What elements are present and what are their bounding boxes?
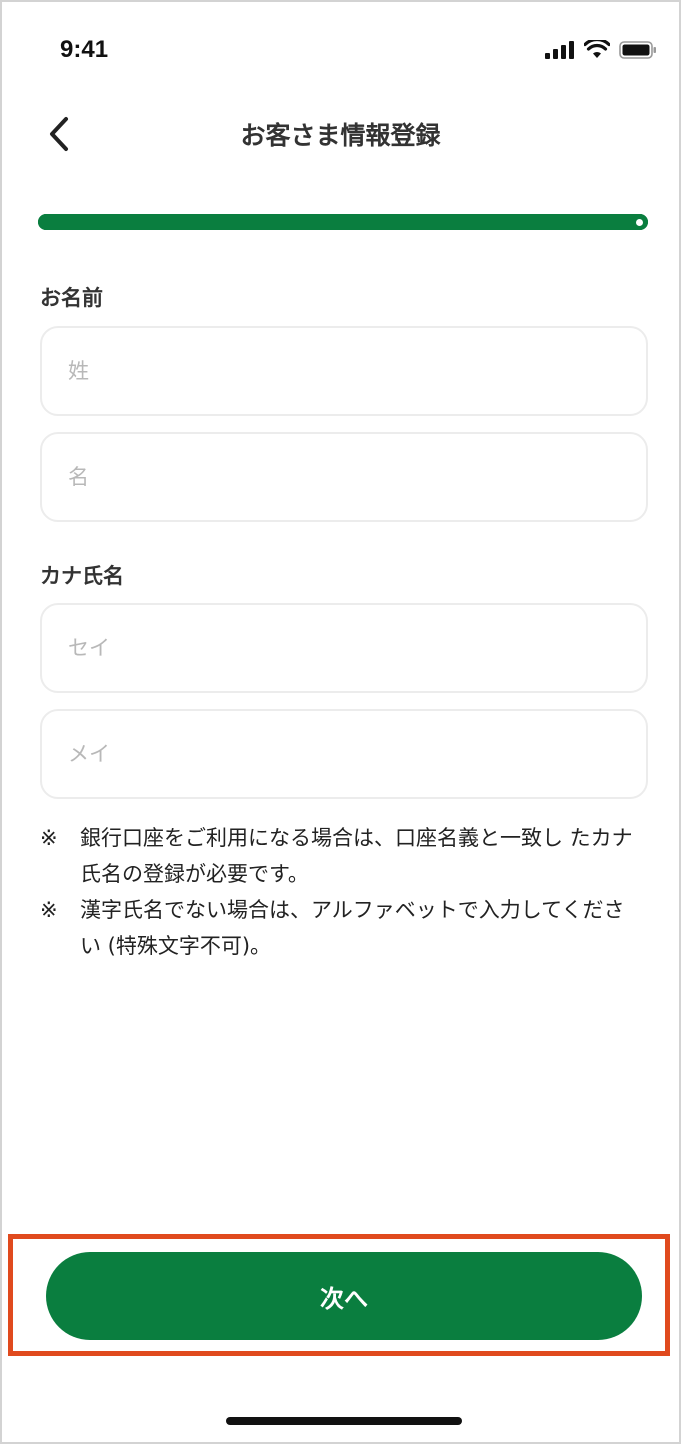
last-name-field: [40, 326, 648, 416]
progress-end-dot: [636, 219, 643, 226]
status-icons: [545, 40, 657, 59]
next-button[interactable]: 次へ: [46, 1252, 642, 1340]
home-indicator: [226, 1417, 462, 1425]
last-name-input[interactable]: [42, 328, 646, 414]
kana-section-label: カナ氏名: [40, 564, 124, 588]
status-time: 9:41: [60, 36, 109, 63]
first-name-input[interactable]: [42, 434, 646, 520]
last-name-kana-field: [40, 603, 648, 693]
notes: ※ 銀行口座をご利用になる場合は、口座名義と一致し たカナ氏名の登録が必要です。…: [40, 820, 640, 964]
battery-icon: [619, 40, 656, 59]
note-item: ※ 漢字氏名でない場合は、アルファベットで入力してください (特殊文字不可)。: [40, 892, 640, 964]
first-name-field: [40, 432, 648, 522]
progress-fill: [38, 214, 648, 230]
first-name-kana-field: [40, 709, 648, 799]
last-name-kana-input[interactable]: [42, 605, 646, 691]
note-mark: ※: [40, 898, 58, 922]
signal-icon: [545, 40, 574, 59]
name-section-label: お名前: [40, 286, 103, 310]
progress-bar: [38, 214, 648, 230]
screen-frame: 9:41 お客さま情報登録 お名前 姓 名 カナ氏名 セイ メイ ※ 銀行口座を…: [0, 0, 681, 1444]
status-bar: 9:41: [2, 2, 679, 98]
navigation-bar: お客さま情報登録: [2, 98, 679, 174]
note-text: 漢字氏名でない場合は、アルファベットで入力してください (特殊文字不可)。: [80, 898, 625, 958]
page-title: お客さま情報登録: [240, 121, 441, 150]
first-name-kana-input[interactable]: [42, 711, 646, 797]
note-mark: ※: [40, 826, 58, 850]
note-text: 銀行口座をご利用になる場合は、口座名義と一致し たカナ氏名の登録が必要です。: [80, 826, 633, 886]
wifi-icon: [584, 40, 610, 58]
note-item: ※ 銀行口座をご利用になる場合は、口座名義と一致し たカナ氏名の登録が必要です。: [40, 820, 640, 892]
